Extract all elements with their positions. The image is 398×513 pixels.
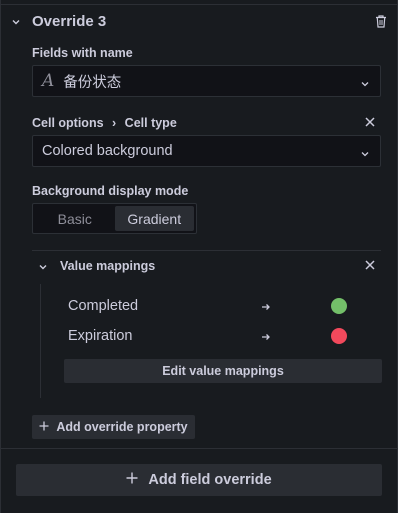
value-mappings-indent-line <box>40 284 41 398</box>
mapping-value: Completed <box>68 298 139 314</box>
background-mode-radio-group: Basic Gradient <box>32 203 197 234</box>
cell-type-select[interactable]: Colored background <box>32 135 381 167</box>
cell-type-value: Colored background <box>42 143 173 159</box>
arrow-right-icon <box>260 300 272 312</box>
breadcrumb-child: Cell type <box>124 116 177 130</box>
divider <box>1 448 398 449</box>
mapping-value: Expiration <box>68 328 133 344</box>
mapping-color-swatch-green <box>331 298 347 314</box>
collapse-value-mappings-chevron-icon[interactable] <box>36 260 50 274</box>
add-override-property-label: Add override property <box>56 420 188 434</box>
chevron-down-icon <box>360 146 370 157</box>
collapse-override-chevron-icon[interactable] <box>9 15 23 29</box>
remove-cell-type-close-icon[interactable] <box>363 115 377 129</box>
mapping-color-swatch-red <box>331 328 347 344</box>
fields-with-name-label: Fields with name <box>32 46 133 60</box>
trash-icon[interactable] <box>373 13 389 29</box>
divider <box>32 250 381 251</box>
value-mappings-title[interactable]: Value mappings <box>60 259 155 273</box>
value-mapping-row: Expiration <box>68 327 368 347</box>
edit-value-mappings-button[interactable]: Edit value mappings <box>64 359 382 383</box>
field-name-value: 备份状态 <box>63 74 122 91</box>
add-override-property-button[interactable]: Add override property <box>32 415 195 439</box>
string-field-icon: A <box>42 71 55 91</box>
plus-icon <box>126 472 138 488</box>
override-editor-panel: Override 3 Fields with name A 备份状态 Cell … <box>0 0 398 513</box>
remove-value-mappings-close-icon[interactable] <box>363 258 377 272</box>
plus-icon <box>39 420 49 434</box>
add-field-override-button[interactable]: Add field override <box>16 464 382 496</box>
arrow-right-icon <box>260 330 272 342</box>
bg-mode-basic-option[interactable]: Basic <box>35 206 115 231</box>
breadcrumb-parent: Cell options <box>32 116 104 130</box>
breadcrumb-separator: › <box>112 116 117 130</box>
value-mapping-row: Completed <box>68 297 368 317</box>
chevron-down-icon <box>360 76 370 87</box>
bg-mode-gradient-option[interactable]: Gradient <box>114 206 194 231</box>
divider <box>1 4 398 5</box>
override-title[interactable]: Override 3 <box>32 13 106 30</box>
breadcrumb: Cell options › Cell type <box>32 116 177 130</box>
field-name-select[interactable]: A 备份状态 <box>32 65 381 97</box>
background-display-mode-label: Background display mode <box>32 184 189 198</box>
add-field-override-label: Add field override <box>148 472 272 488</box>
